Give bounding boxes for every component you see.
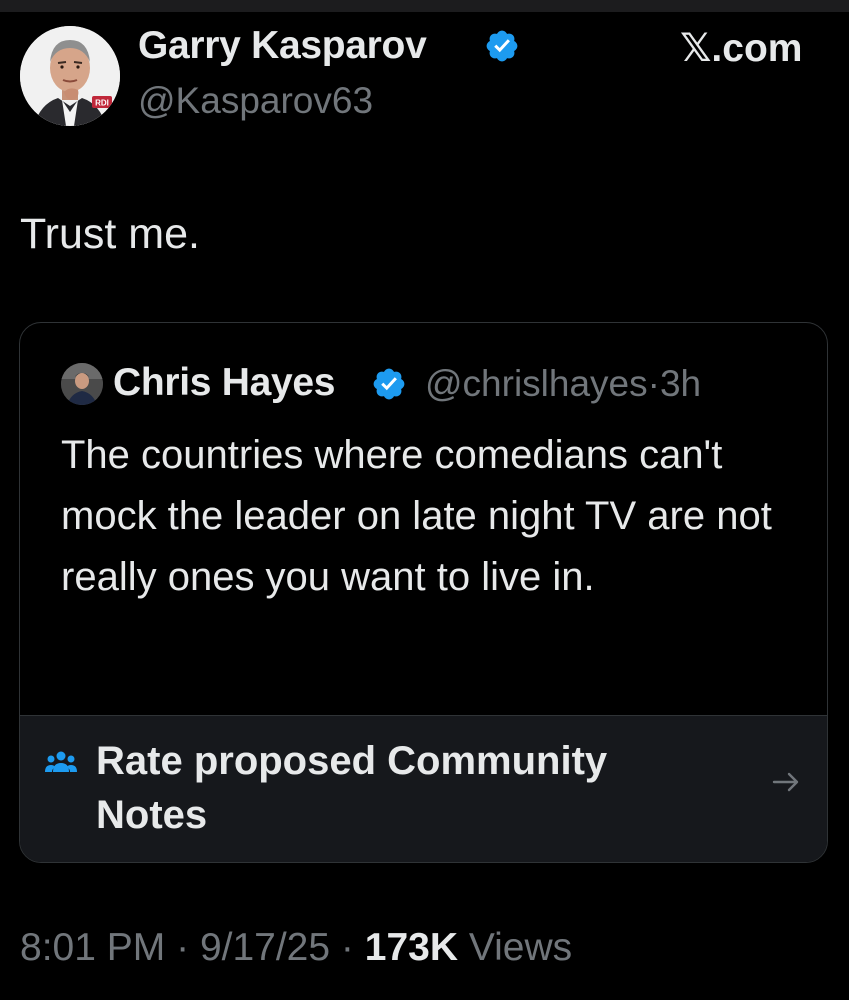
community-notes-bar[interactable]: Rate proposed Community Notes xyxy=(20,715,827,862)
quoted-avatar-image xyxy=(61,363,103,405)
post-date[interactable]: 9/17/25 xyxy=(200,926,330,969)
tweet-footer: 8:01 PM · 9/17/25 · 173K Views xyxy=(20,926,572,970)
community-notes-label[interactable]: Rate proposed Community Notes xyxy=(96,734,716,842)
views-label: Views xyxy=(468,926,573,969)
footer-separator-2: · xyxy=(340,926,354,969)
quoted-author-name[interactable]: Chris Hayes xyxy=(113,361,335,405)
people-icon xyxy=(45,751,77,772)
arrow-right-icon[interactable] xyxy=(770,766,802,798)
footer-separator-1: · xyxy=(176,926,190,969)
views-count: 173K xyxy=(364,926,458,969)
quoted-time[interactable]: 3h xyxy=(660,363,701,404)
tweet-text: Trust me. xyxy=(20,210,200,258)
quoted-separator: · xyxy=(647,363,660,404)
top-status-strip xyxy=(0,0,849,12)
quoted-verified-badge-icon xyxy=(373,368,405,400)
avatar-badge-text: RDI xyxy=(95,99,109,108)
author-name[interactable]: Garry Kasparov xyxy=(138,24,427,68)
quoted-author-avatar[interactable] xyxy=(61,363,103,405)
author-handle[interactable]: @Kasparov63 xyxy=(138,80,373,122)
quoted-tweet-card[interactable]: Chris Hayes @chrislhayes·3h The countrie… xyxy=(19,322,828,863)
author-avatar[interactable]: RDI xyxy=(20,26,120,126)
verified-badge-icon xyxy=(486,30,518,62)
brand-label: 𝕏.com xyxy=(680,27,803,70)
quoted-meta: @chrislhayes·3h xyxy=(425,363,701,405)
quoted-handle[interactable]: @chrislhayes xyxy=(425,363,648,404)
quoted-tweet-text: The countries where comedians can't mock… xyxy=(61,433,772,599)
post-time[interactable]: 8:01 PM xyxy=(20,926,165,969)
author-avatar-image: RDI xyxy=(20,26,120,126)
